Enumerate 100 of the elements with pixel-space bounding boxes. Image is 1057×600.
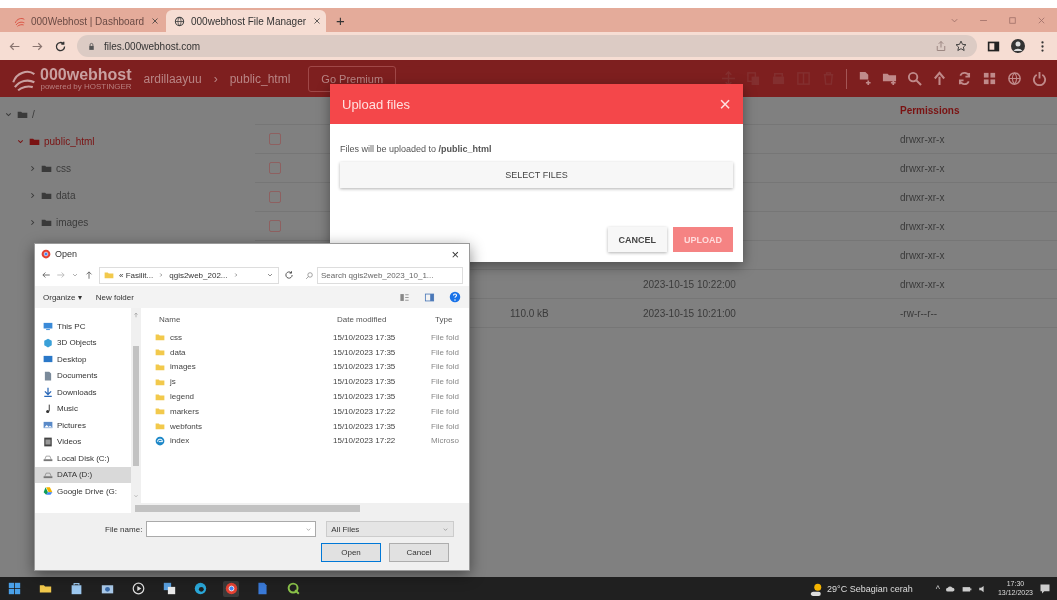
file-row[interactable]: css 15/10/2023 17:35 File fold <box>141 330 469 345</box>
file-row[interactable]: webfonts 15/10/2023 17:35 File fold <box>141 418 469 434</box>
chevron-right-icon <box>28 191 37 200</box>
table-cell-text: drwxr-xr-x <box>900 249 946 261</box>
file-date: 15/10/2023 17:35 <box>333 347 397 357</box>
folder-icon <box>155 421 165 432</box>
url-text: files.000webhost.com <box>104 40 201 52</box>
nav-item[interactable]: DATA (D:) <box>35 466 131 483</box>
nav-item[interactable]: Videos <box>35 433 131 450</box>
nav-item[interactable]: Pictures <box>35 417 131 434</box>
new-file-icon[interactable] <box>857 71 872 86</box>
file-row[interactable]: data 15/10/2023 17:35 File fold <box>141 344 469 360</box>
browser-tab[interactable]: 000webhost File Manager <box>166 10 326 32</box>
file-type-dropdown[interactable]: All Files <box>326 521 455 537</box>
nav-item[interactable]: 3D Objects <box>35 334 131 351</box>
column-header[interactable]: Name <box>159 314 337 324</box>
scrollbar[interactable] <box>131 503 469 513</box>
tray-chevron[interactable]: ^ <box>935 583 940 594</box>
upload-arrow-icon[interactable] <box>932 71 947 86</box>
new-tab-button[interactable]: + <box>326 12 355 29</box>
file-name: data <box>170 347 186 357</box>
taskbar-app[interactable] <box>130 580 146 597</box>
file-row[interactable]: markers 15/10/2023 17:22 File fold <box>141 404 469 419</box>
lock-icon <box>87 41 96 51</box>
new-folder-icon[interactable] <box>882 71 897 86</box>
path-segment[interactable]: « Fasilit... <box>119 270 154 280</box>
nav-item[interactable]: Downloads <box>35 384 131 401</box>
up-arrow-icon <box>84 270 94 280</box>
camera-icon <box>100 582 114 595</box>
nav-item[interactable]: Google Drive (G: <box>35 483 131 500</box>
play-icon <box>131 582 145 595</box>
checkbox[interactable] <box>269 191 281 203</box>
up-arrow-icon <box>133 312 139 318</box>
refresh-icon[interactable] <box>957 71 972 86</box>
file-name-field[interactable] <box>146 521 317 537</box>
scrollbar[interactable] <box>131 308 141 503</box>
column-header[interactable]: Type <box>435 314 469 324</box>
checkbox[interactable] <box>269 133 281 145</box>
table-cell-text: drwxr-xr-x <box>900 191 946 203</box>
folder-icon <box>155 332 165 343</box>
picture-icon <box>43 420 53 431</box>
browser-tab[interactable]: 000Webhost | Dashboard <box>6 10 166 32</box>
table-cell-text: drwxr-xr-x <box>900 220 946 232</box>
path-bar[interactable]: « Fasilit... qgis2web_202... <box>99 266 279 284</box>
path-segment[interactable]: qgis2web_202... <box>169 270 228 280</box>
close-icon <box>312 16 323 26</box>
grid-icon[interactable] <box>982 71 997 86</box>
chevron-down-icon <box>4 110 13 119</box>
file-type: File fold <box>431 347 460 357</box>
taskbar-app[interactable] <box>161 580 177 597</box>
file-type: File fold <box>431 421 460 431</box>
dropdown-icon <box>266 271 274 279</box>
reload-icon <box>54 39 67 53</box>
file-row[interactable]: js 15/10/2023 17:35 File fold <box>141 374 469 390</box>
cancel-button[interactable]: CANCEL <box>607 227 667 252</box>
computer-icon <box>43 321 53 332</box>
taskbar-app[interactable] <box>192 580 208 597</box>
table-cell-text: 2023-10-15 10:21:00 <box>643 307 737 319</box>
search-field[interactable]: Search qgis2web_2023_10_1... <box>317 266 463 284</box>
nav-item[interactable]: Desktop <box>35 351 131 368</box>
address-bar[interactable]: files.000webhost.com <box>77 35 977 57</box>
checkbox[interactable] <box>269 162 281 174</box>
open-button[interactable]: Open <box>321 543 381 562</box>
chevron-down-icon <box>16 137 25 146</box>
cube-icon <box>43 337 53 348</box>
checkbox[interactable] <box>269 220 281 232</box>
chevron-icon <box>71 271 79 279</box>
tab-title: 000Webhost | Dashboard <box>31 15 145 27</box>
taskbar-app[interactable] <box>223 580 239 597</box>
power-icon[interactable] <box>1032 71 1047 86</box>
browser-icon <box>41 249 51 259</box>
nav-item[interactable]: This PC <box>35 318 131 335</box>
globe-icon[interactable] <box>1007 71 1022 86</box>
organize-menu[interactable]: Organize ▾ <box>43 292 82 302</box>
cancel-button[interactable]: Cancel <box>389 543 449 562</box>
film-icon <box>43 436 53 447</box>
file-date: 15/10/2023 17:35 <box>333 421 397 431</box>
table-cell-text: drwxr-xr-x <box>900 278 946 290</box>
start-button[interactable] <box>6 580 22 597</box>
new-folder-button[interactable]: New folder <box>95 292 134 302</box>
search-icon[interactable] <box>907 71 922 86</box>
taskbar-app[interactable] <box>285 580 301 597</box>
select-files-button[interactable]: SELECT FILES <box>340 162 733 188</box>
nav-item[interactable]: Music <box>35 400 131 417</box>
q-shaped-icon <box>286 582 300 595</box>
maximize-icon <box>1007 14 1018 26</box>
nav-item[interactable]: Local Disk (C:) <box>35 450 131 467</box>
file-type: File fold <box>431 362 460 372</box>
close-button[interactable]: × <box>447 246 463 262</box>
nav-item[interactable]: Documents <box>35 367 131 384</box>
table-cell-text: drwxr-xr-x <box>900 162 946 174</box>
file-row[interactable]: index 15/10/2023 17:22 Microso <box>141 433 469 449</box>
column-header[interactable]: Date modified <box>337 314 435 324</box>
upload-message: Files will be uploaded to /public_html <box>340 144 493 154</box>
view-options-icon <box>399 291 410 303</box>
share-icon <box>935 40 947 52</box>
file-row[interactable]: legend 15/10/2023 17:35 File fold <box>141 389 469 404</box>
file-date: 15/10/2023 17:35 <box>333 362 397 372</box>
file-row[interactable]: images 15/10/2023 17:35 File fold <box>141 359 469 375</box>
help-icon <box>449 291 461 303</box>
